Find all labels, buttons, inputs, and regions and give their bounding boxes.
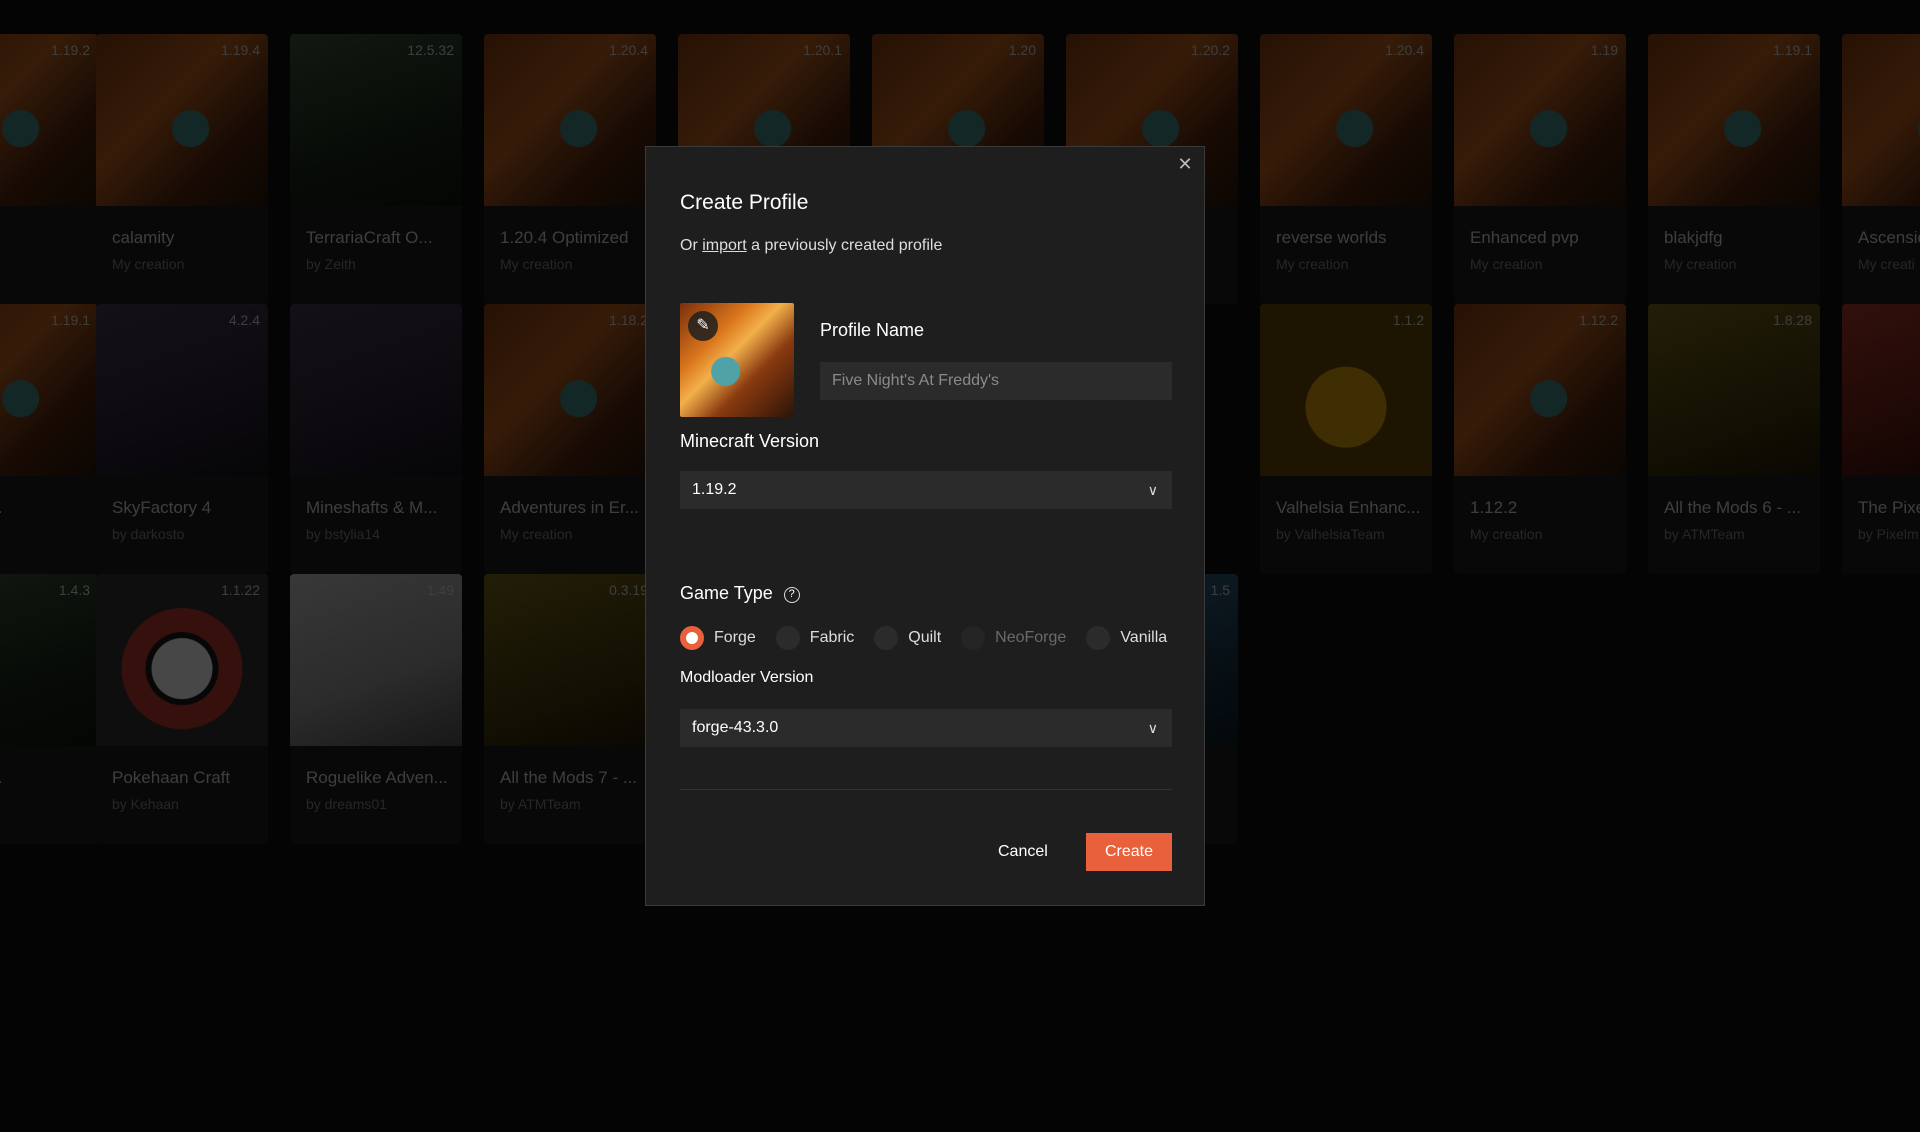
game-type-label: Game Type bbox=[680, 583, 773, 603]
chevron-down-icon: ∨ bbox=[1147, 720, 1158, 736]
import-suffix: a previously created profile bbox=[751, 237, 943, 254]
profile-name-input[interactable] bbox=[820, 362, 1172, 400]
minecraft-version-label: Minecraft Version bbox=[680, 431, 820, 451]
radio-label: NeoForge bbox=[995, 629, 1067, 646]
radio-indicator bbox=[1086, 626, 1111, 650]
create-profile-dialog: ✕ Create Profile Or import a previously … bbox=[645, 146, 1205, 906]
profile-image-button[interactable]: ✎ bbox=[680, 303, 794, 417]
game-type-radio-quilt[interactable]: Quilt bbox=[874, 626, 941, 650]
pencil-icon: ✎ bbox=[688, 311, 718, 341]
chevron-down-icon: ∨ bbox=[1147, 482, 1158, 498]
help-icon[interactable]: ? bbox=[783, 587, 800, 603]
modloader-version-select[interactable]: forge-43.3.0 ∨ bbox=[680, 709, 1172, 747]
game-type-radio-forge[interactable]: Forge bbox=[680, 626, 756, 650]
minecraft-version-select[interactable]: 1.19.2 ∨ bbox=[680, 471, 1172, 509]
radio-label: Quilt bbox=[908, 629, 942, 646]
import-link[interactable]: import bbox=[702, 237, 746, 254]
game-type-radio-vanilla[interactable]: Vanilla bbox=[1086, 626, 1167, 650]
radio-label: Fabric bbox=[809, 629, 855, 646]
divider bbox=[680, 789, 1172, 790]
game-type-radio-fabric[interactable]: Fabric bbox=[775, 626, 855, 650]
radio-indicator bbox=[961, 626, 986, 650]
close-icon[interactable]: ✕ bbox=[1174, 153, 1196, 175]
game-type-radio-group: Forge Fabric Quilt NeoForge Vanilla bbox=[680, 625, 1187, 651]
minecraft-version-value: 1.19.2 bbox=[692, 481, 737, 498]
profile-name-label: Profile Name bbox=[820, 320, 925, 340]
radio-label: Vanilla bbox=[1120, 629, 1168, 646]
game-type-heading: Game Type ? bbox=[680, 583, 800, 604]
radio-indicator bbox=[680, 626, 704, 650]
radio-indicator bbox=[775, 626, 800, 650]
dialog-title: Create Profile bbox=[680, 191, 809, 214]
modloader-version-value: forge-43.3.0 bbox=[692, 719, 779, 736]
modloader-version-label: Modloader Version bbox=[680, 669, 814, 686]
cancel-button[interactable]: Cancel bbox=[998, 833, 1048, 871]
import-line: Or import a previously created profile bbox=[680, 237, 942, 255]
create-button[interactable]: Create bbox=[1086, 833, 1172, 871]
radio-label: Forge bbox=[714, 629, 756, 646]
radio-indicator bbox=[874, 626, 899, 650]
import-prefix: Or bbox=[680, 237, 698, 254]
game-type-radio-neoforge: NeoForge bbox=[961, 626, 1066, 650]
